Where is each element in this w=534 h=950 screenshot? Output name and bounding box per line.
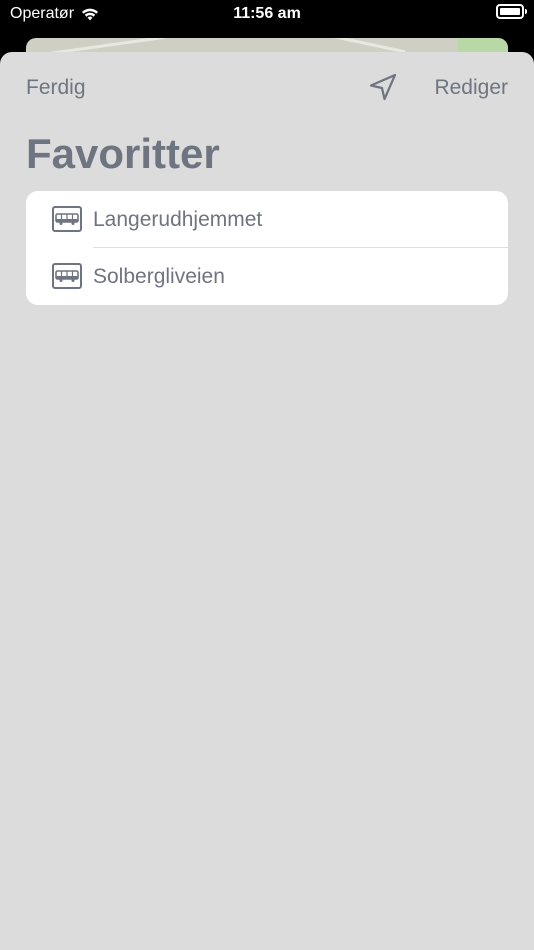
list-item[interactable]: Langerudhjemmet <box>26 191 508 248</box>
edit-button[interactable]: Rediger <box>434 76 508 100</box>
page-title: Favoritter <box>26 130 220 177</box>
bus-icon <box>52 206 82 232</box>
favorite-name: Solbergliveien <box>93 264 225 288</box>
status-bar: Operatør 11:56 am <box>0 0 534 40</box>
map-road <box>326 38 406 54</box>
battery-icon <box>496 4 527 19</box>
bus-icon <box>52 263 82 289</box>
status-right <box>496 4 527 19</box>
favorites-sheet: Ferdig Rediger Favoritter Langerudhjemme… <box>0 52 534 950</box>
location-arrow-icon <box>369 73 397 101</box>
list-item[interactable]: Solbergliveien <box>26 248 508 305</box>
location-button[interactable] <box>368 72 398 102</box>
favorite-name: Langerudhjemmet <box>93 207 263 231</box>
status-time: 11:56 am <box>233 5 301 22</box>
favorites-list: Langerudhjemmet Solbergliveien <box>26 191 508 305</box>
done-button[interactable]: Ferdig <box>26 76 86 100</box>
